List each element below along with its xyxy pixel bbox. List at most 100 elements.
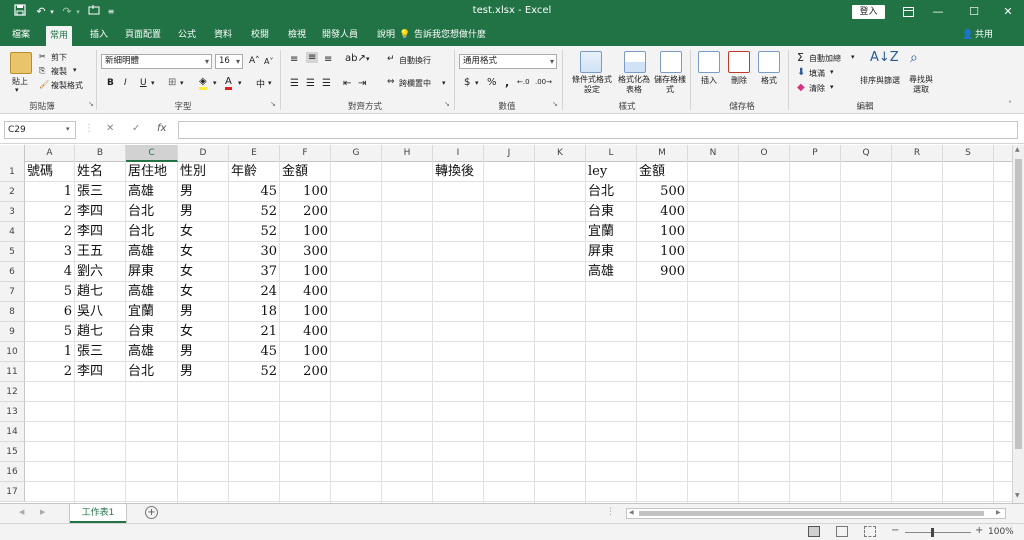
accounting-format-button[interactable]: $	[464, 77, 470, 88]
cell-A2[interactable]: 1	[25, 182, 72, 202]
column-header[interactable]: R	[892, 145, 943, 162]
cell-F7[interactable]: 400	[280, 282, 328, 302]
row-header[interactable]: 6	[0, 262, 25, 282]
cell-L2[interactable]: 台北	[588, 182, 614, 202]
increase-font-icon[interactable]: A˄	[249, 56, 260, 66]
cell-B4[interactable]: 李四	[77, 222, 103, 242]
cell-D1[interactable]: 性別	[180, 162, 206, 182]
autosum-dropdown-icon[interactable]: ▾	[851, 53, 855, 61]
zoom-in-icon[interactable]: +	[975, 525, 983, 536]
column-header[interactable]: B	[75, 145, 126, 162]
cell-C9[interactable]: 台東	[128, 322, 154, 342]
clear-icon[interactable]: ◆	[797, 82, 805, 93]
find-select-icon[interactable]: ⌕	[910, 50, 918, 66]
maximize-button[interactable]: ☐	[956, 0, 992, 24]
increase-indent-icon[interactable]: ⇥	[358, 78, 366, 89]
cell-C6[interactable]: 屏東	[128, 262, 154, 282]
tab-page-layout[interactable]: 頁面配置	[125, 24, 161, 46]
cell-C8[interactable]: 宜蘭	[128, 302, 154, 322]
cell-F6[interactable]: 100	[280, 262, 328, 282]
cell-B9[interactable]: 趙七	[77, 322, 103, 342]
column-header[interactable]: M	[637, 145, 688, 162]
cell-E7[interactable]: 24	[229, 282, 277, 302]
column-header[interactable]: P	[790, 145, 841, 162]
column-header[interactable]: K	[535, 145, 586, 162]
column-header[interactable]: S	[943, 145, 994, 162]
tab-file[interactable]: 檔案	[12, 24, 30, 46]
format-cells-button[interactable]: 格式	[761, 75, 777, 86]
clear-button[interactable]: 清除	[809, 83, 825, 94]
worksheet-grid[interactable]: ABCDEFGHIJKLMNOPQRS 1 2 3 4 5 6 7 8 9 10 11 12 13 14 1…	[0, 145, 1012, 503]
cell-C7[interactable]: 高雄	[128, 282, 154, 302]
sort-filter-icon[interactable]: A↓Z	[870, 50, 899, 65]
cell-A10[interactable]: 1	[25, 342, 72, 362]
cell-M5[interactable]: 100	[637, 242, 685, 262]
cell-A5[interactable]: 3	[25, 242, 72, 262]
column-header[interactable]: E	[229, 145, 280, 162]
cell-F3[interactable]: 200	[280, 202, 328, 222]
cell-D11[interactable]: 男	[180, 362, 193, 382]
cell-E8[interactable]: 18	[229, 302, 277, 322]
accounting-dropdown-icon[interactable]: ▾	[475, 79, 479, 87]
insert-cells-button[interactable]: 插入	[701, 75, 717, 86]
row-header[interactable]: 8	[0, 302, 25, 322]
fill-button[interactable]: 填滿	[809, 68, 825, 79]
clipboard-launcher-icon[interactable]: ↘	[88, 100, 94, 108]
cell-styles-button[interactable]: 儲存格樣式	[654, 75, 686, 95]
cell-F11[interactable]: 200	[280, 362, 328, 382]
row-header[interactable]: 4	[0, 222, 25, 242]
increase-decimal-icon[interactable]: ←.0	[517, 78, 530, 86]
cancel-formula-icon[interactable]: ✕	[106, 123, 114, 134]
merge-dropdown-icon[interactable]: ▾	[442, 79, 446, 87]
cell-M3[interactable]: 400	[637, 202, 685, 222]
column-header[interactable]: Q	[841, 145, 892, 162]
comma-button[interactable]: ,	[505, 76, 509, 89]
wrap-text-icon[interactable]: ↵	[387, 54, 395, 64]
phonetic-dropdown-icon[interactable]: ▾	[268, 79, 272, 87]
align-center-icon[interactable]: ☰	[306, 78, 315, 89]
column-header[interactable]: D	[178, 145, 229, 162]
cell-C4[interactable]: 台北	[128, 222, 154, 242]
cell-L5[interactable]: 屏東	[588, 242, 614, 262]
tab-formulas[interactable]: 公式	[178, 24, 196, 46]
name-box-dropdown-icon[interactable]: ▾	[66, 125, 70, 133]
tab-insert[interactable]: 插入	[90, 24, 108, 46]
cell-A11[interactable]: 2	[25, 362, 72, 382]
cell-A9[interactable]: 5	[25, 322, 72, 342]
cell-D10[interactable]: 男	[180, 342, 193, 362]
row-header[interactable]: 7	[0, 282, 25, 302]
font-color-icon[interactable]: A	[225, 76, 232, 90]
zoom-slider-thumb[interactable]	[931, 528, 934, 537]
select-all-button[interactable]	[0, 145, 25, 162]
cell-M2[interactable]: 500	[637, 182, 685, 202]
column-header[interactable]: F	[280, 145, 331, 162]
number-launcher-icon[interactable]: ↘	[552, 100, 558, 108]
cell-M1[interactable]: 金額	[639, 162, 665, 182]
delete-cells-icon[interactable]	[728, 51, 750, 73]
cell-M6[interactable]: 900	[637, 262, 685, 282]
cut-icon[interactable]: ✂	[39, 52, 46, 61]
conditional-format-icon[interactable]	[580, 51, 602, 73]
row-header[interactable]: 1	[0, 162, 25, 182]
cell-C11[interactable]: 台北	[128, 362, 154, 382]
cell-E4[interactable]: 52	[229, 222, 277, 242]
tab-developer[interactable]: 開發人員	[322, 24, 358, 46]
underline-button[interactable]: U	[140, 78, 147, 88]
top-align-icon[interactable]: ≡	[290, 54, 298, 65]
paste-dropdown-icon[interactable]: ▾	[15, 86, 19, 94]
insert-cells-icon[interactable]	[698, 51, 720, 73]
copy-button[interactable]: 複製	[51, 66, 67, 77]
cell-D6[interactable]: 女	[180, 262, 193, 282]
signin-button[interactable]: 登入	[852, 5, 885, 19]
vertical-scrollbar[interactable]: ▲ ▼	[1012, 145, 1024, 503]
cell-F8[interactable]: 100	[280, 302, 328, 322]
zoom-slider[interactable]	[905, 532, 971, 533]
scroll-right-icon[interactable]: ▶	[996, 509, 1001, 516]
share-button[interactable]: 共用	[975, 24, 993, 46]
decrease-indent-icon[interactable]: ⇤	[343, 78, 351, 89]
scroll-down-icon[interactable]: ▼	[1015, 492, 1020, 499]
horizontal-scroll-thumb[interactable]	[639, 511, 984, 516]
cell-I1[interactable]: 轉換後	[435, 162, 474, 182]
sheet-tab[interactable]: 工作表1	[70, 504, 126, 523]
collapse-ribbon-icon[interactable]: ˄	[1008, 100, 1012, 109]
